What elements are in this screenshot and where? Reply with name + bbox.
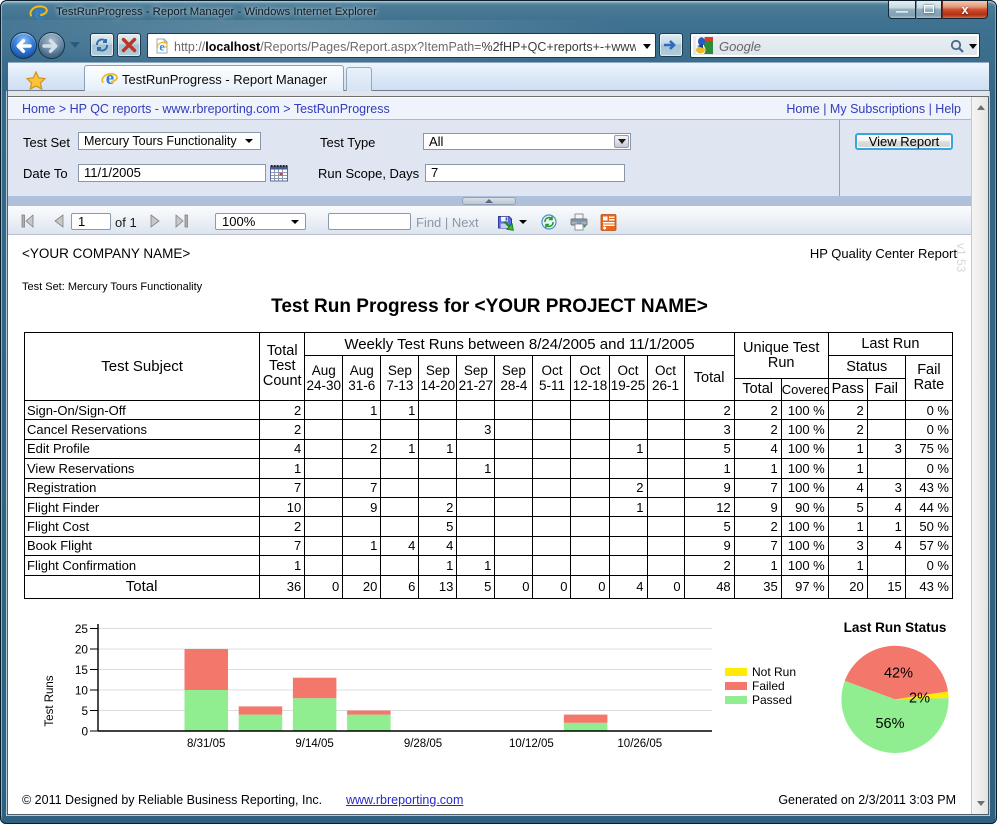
svg-text:e: e (159, 40, 165, 54)
svg-text:Failed: Failed (752, 679, 785, 693)
svg-text:Passed: Passed (752, 693, 792, 707)
svg-text:0: 0 (81, 725, 88, 739)
svg-text:15: 15 (75, 663, 89, 677)
svg-text:56%: 56% (875, 716, 904, 732)
svg-text:5: 5 (81, 704, 88, 718)
svg-text:20: 20 (75, 643, 89, 657)
svg-text:42%: 42% (884, 666, 913, 682)
svg-text:10/12/05: 10/12/05 (509, 738, 554, 750)
svg-text:9/28/05: 9/28/05 (404, 738, 442, 750)
svg-text:Not Run: Not Run (752, 665, 796, 679)
svg-text:2%: 2% (909, 690, 930, 706)
svg-text:10/26/05: 10/26/05 (617, 738, 662, 750)
svg-text:Last Run Status: Last Run Status (844, 620, 947, 635)
svg-text:10: 10 (75, 684, 89, 698)
svg-text:Test Runs: Test Runs (44, 675, 56, 726)
svg-text:9/14/05: 9/14/05 (295, 738, 333, 750)
svg-text:25: 25 (75, 622, 89, 636)
svg-text:8/31/05: 8/31/05 (187, 738, 225, 750)
